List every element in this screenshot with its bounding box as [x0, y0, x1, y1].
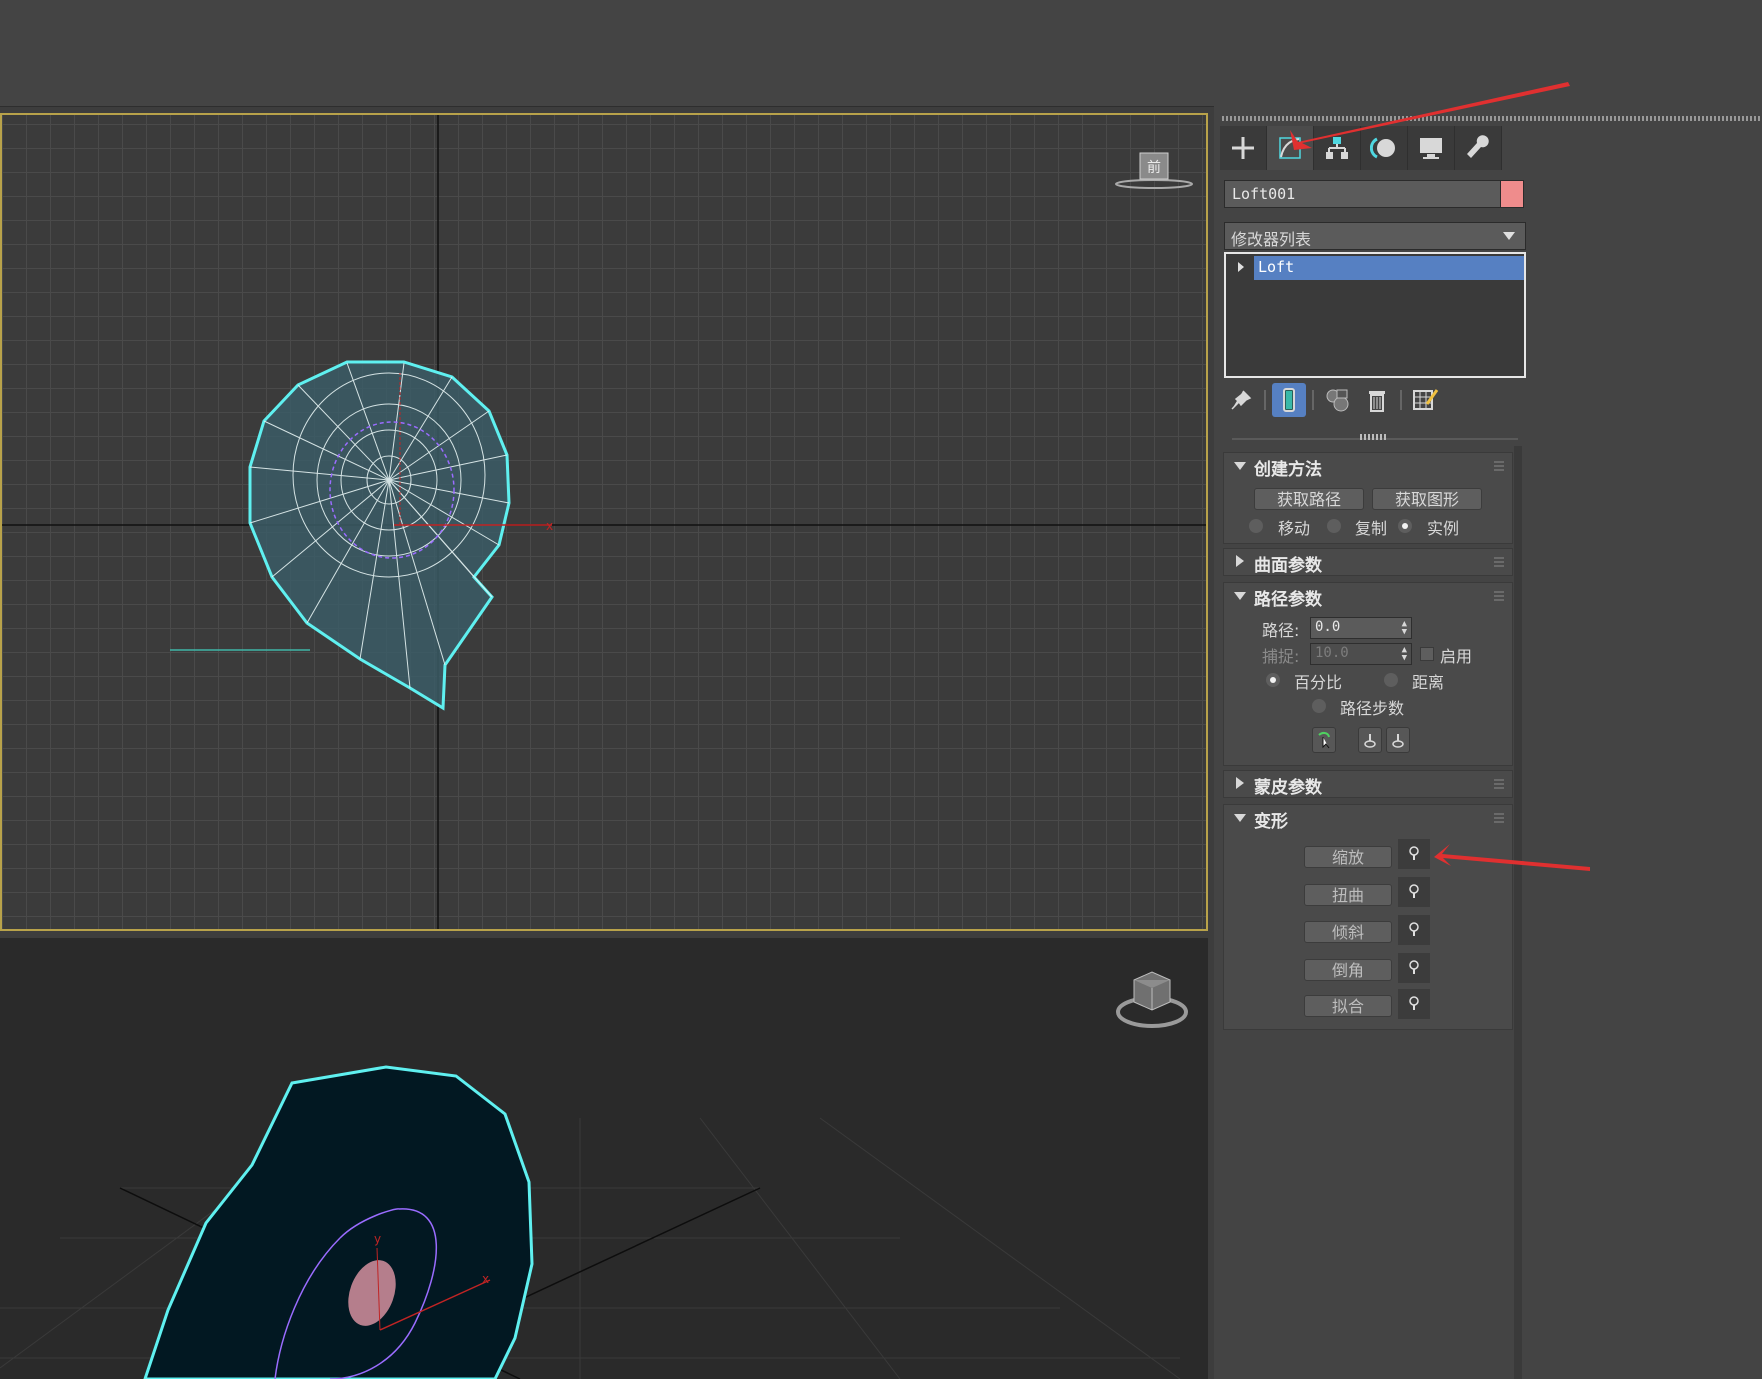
annotation-overlay: [1290, 82, 1590, 871]
red-arrow-to-scale-toggle: [1434, 844, 1590, 871]
red-arrow-to-modify-tab: [1290, 82, 1570, 150]
